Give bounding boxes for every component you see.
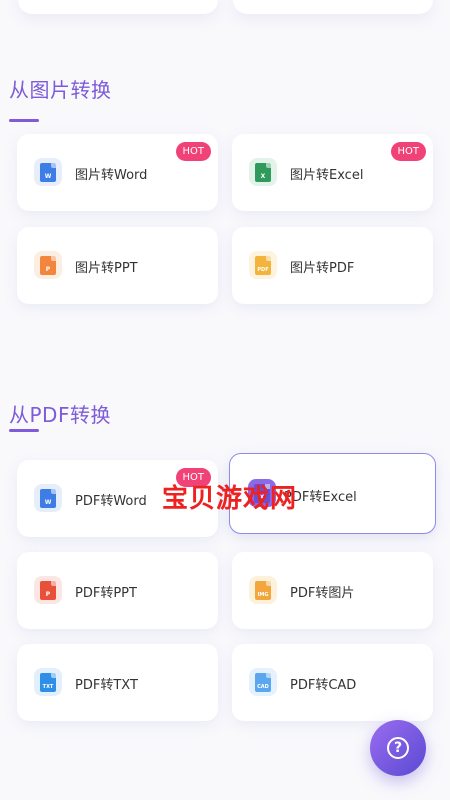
card-label: PDF转TXT [75, 678, 138, 693]
hot-badge: HOT [175, 142, 211, 161]
ppt-doc-icon: P [34, 576, 62, 604]
card-image-to-excel[interactable]: X 图片转Excel HOT [232, 134, 433, 211]
previous-card[interactable] [233, 0, 433, 14]
ppt-doc-icon: P [34, 251, 62, 279]
previous-card[interactable] [18, 0, 218, 14]
card-pdf-to-ppt[interactable]: P PDF转PPT [17, 552, 218, 629]
word-doc-icon: W [34, 484, 62, 512]
card-image-to-pdf[interactable]: PDF 图片转PDF [232, 227, 433, 304]
image-doc-icon: IMG [249, 576, 277, 604]
watermark-text: 宝贝游戏网 [162, 484, 298, 514]
card-label: PDF转CAD [290, 678, 357, 693]
section-title-from-image: 从图片转换 [9, 78, 112, 102]
card-label: 图片转Excel [290, 168, 364, 183]
help-question-icon: ? [387, 737, 409, 759]
section-underline [9, 429, 39, 432]
section-underline [9, 119, 39, 122]
card-label: PDF转PPT [75, 586, 137, 601]
section-title-from-pdf: 从PDF转换 [9, 403, 111, 427]
card-image-to-word[interactable]: W 图片转Word HOT [17, 134, 218, 211]
card-pdf-to-image[interactable]: IMG PDF转图片 [232, 552, 433, 629]
card-label: PDF转图片 [290, 586, 355, 601]
word-doc-icon: W [34, 158, 62, 186]
card-pdf-to-cad[interactable]: CAD PDF转CAD [232, 644, 433, 721]
cad-doc-icon: CAD [249, 668, 277, 696]
card-label: 图片转PPT [75, 261, 138, 276]
card-label: 图片转Word [75, 168, 148, 183]
help-button[interactable]: ? [370, 720, 426, 776]
hot-badge: HOT [390, 142, 426, 161]
card-label: PDF转Word [75, 494, 147, 509]
card-label: 图片转PDF [290, 261, 355, 276]
pdf-image-icon: PDF [249, 251, 277, 279]
card-pdf-to-txt[interactable]: TXT PDF转TXT [17, 644, 218, 721]
previous-cards-strip [0, 0, 450, 14]
excel-doc-icon: X [249, 158, 277, 186]
txt-doc-icon: TXT [34, 668, 62, 696]
card-image-to-ppt[interactable]: P 图片转PPT [17, 227, 218, 304]
